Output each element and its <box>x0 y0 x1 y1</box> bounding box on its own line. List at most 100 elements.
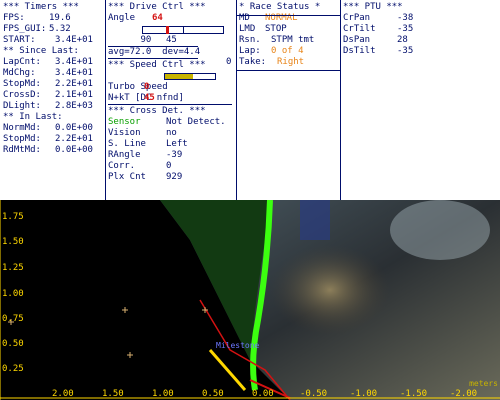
crpan-row: CrPan -38 <box>343 13 493 24</box>
vision-value: no <box>166 128 177 138</box>
fps-gui-label: FPS_GUI: <box>3 24 47 34</box>
vision-label: Vision <box>108 128 141 138</box>
in-last-header: ** In Last: <box>3 112 63 122</box>
dstilt-row: DsTilt -35 <box>343 46 493 57</box>
x-tick-label: 0.50 <box>202 389 224 399</box>
speed-bar-fill <box>165 74 193 79</box>
y-tick-label: 1.00 <box>2 289 24 299</box>
x-tick-label: -0.50 <box>300 389 328 399</box>
sline-label: S. Line <box>108 139 146 149</box>
corr-value: 0 <box>166 161 172 171</box>
sensor-value: Not Detect. <box>166 117 226 127</box>
rsn-label: Rsn. <box>239 35 261 45</box>
y-tick-label: 0.25 <box>2 364 24 374</box>
sline-value: Left <box>166 139 188 149</box>
fps-value: 19.6 <box>49 13 71 23</box>
rdmtmd-row: RdMtMd: 0.0E+00 <box>3 145 105 156</box>
angle-slider[interactable] <box>142 26 224 34</box>
timers-section: *** Timers *** FPS: 19.6 FPS_GUI: 5.32 STA… <box>3 2 105 156</box>
camera-blob <box>270 245 390 335</box>
rsn-row: Rsn. STPM tmt <box>239 35 341 46</box>
telemetry-panel: *** Timers *** FPS: 19.6 FPS_GUI: 5.32 STA… <box>0 0 500 200</box>
turbo-row: Turbo 0 <box>108 82 235 93</box>
dlight-row: DLight: 2.8E+03 <box>3 101 105 112</box>
row-value: 0.0E+00 <box>55 123 93 133</box>
sensor-label: Sensor <box>108 117 141 127</box>
vision-row: Vision no <box>108 128 235 139</box>
race-section: * Race Status * MD NORMAL LMD STOP Rsn. STP… <box>239 2 341 68</box>
row-value: -35 <box>397 46 414 56</box>
camera-blue-object <box>300 200 330 240</box>
normmd-row: NormMd: 0.0E+00 <box>3 123 105 134</box>
stopmd2-row: StopMd: 2.2E+01 <box>3 134 105 145</box>
stopmd-row: StopMd: 2.2E+01 <box>3 79 105 90</box>
y-tick-label: 1.50 <box>2 237 24 247</box>
angle-slider-thumb[interactable] <box>166 26 170 34</box>
ptu-section: *** PTU *** CrPan -38 CrTilt -35 DsPan 28 D… <box>343 2 493 57</box>
slider-max-label: 0 <box>226 57 232 67</box>
lmd-value: STOP <box>265 24 287 34</box>
row-label: NormMd: <box>3 123 41 133</box>
y-tick-label: 1.25 <box>2 263 24 273</box>
row-value: 2.2E+01 <box>55 79 93 89</box>
row-label: RdMtMd: <box>3 145 41 155</box>
milestone-tag: Milestone <box>216 341 260 350</box>
row-value: -35 <box>397 24 414 34</box>
angle-value: 64 <box>152 13 163 23</box>
lap-value: 0 of 4 <box>271 46 304 56</box>
column-divider <box>236 0 237 200</box>
drive-header: *** Drive Ctrl *** <box>108 2 206 12</box>
slider-center-mark <box>183 27 184 33</box>
fps-label: FPS: <box>3 13 25 23</box>
x-tick-label: -2.00 <box>450 389 478 399</box>
start-value: 3.4E+01 <box>55 35 93 45</box>
x-tick-label: 1.50 <box>102 389 124 399</box>
x-tick-label: 1.00 <box>152 389 174 399</box>
rangle-row: RAngle -39 <box>108 150 235 161</box>
speed-bar <box>164 73 216 80</box>
row-value: 2.2E+01 <box>55 134 93 144</box>
plx-label: Plx Cnt <box>108 172 146 182</box>
take-value: Right <box>277 57 305 67</box>
row-value: 2.1E+01 <box>55 90 93 100</box>
row-value: 0.0E+00 <box>55 145 93 155</box>
plx-row: Plx Cnt 929 <box>108 172 235 183</box>
row-value: -38 <box>397 13 414 23</box>
angle-slider-row: 90 0 <box>108 24 235 67</box>
lap-label: Lap: <box>239 46 261 56</box>
row-value: 2.8E+03 <box>55 101 93 111</box>
rangle-label: RAngle <box>108 150 141 160</box>
row-label: MdChg: <box>3 68 36 78</box>
row-label: CrTilt <box>343 24 376 34</box>
angle-label: Angle <box>108 13 136 23</box>
x-tick-label: 2.00 <box>52 389 74 399</box>
row-label: DLight: <box>3 101 41 111</box>
row-value: 3.4E+01 <box>55 57 93 67</box>
start-row: START: 3.4E+01 <box>3 35 105 46</box>
x-tick-label: -1.00 <box>350 389 378 399</box>
rangle-value: -39 <box>166 150 183 160</box>
lmd-label: LMD <box>239 24 256 34</box>
ptu-header: *** PTU *** <box>343 2 403 12</box>
fps-gui-value: 5.32 <box>49 24 71 34</box>
start-label: START: <box>3 35 36 45</box>
row-value: 3.4E+01 <box>55 68 93 78</box>
rsn-value: STPM tmt <box>271 35 315 45</box>
angle-row: Angle 64 <box>108 13 235 24</box>
race-header-underline <box>236 15 340 16</box>
meters-label: meters <box>469 379 498 388</box>
y-tick-label: 1.75 <box>2 212 24 222</box>
row-value: 28 <box>397 35 408 45</box>
plx-value: 929 <box>166 172 183 182</box>
y-tick-label: 0.50 <box>2 339 24 349</box>
turbo-value: 0 <box>144 82 150 92</box>
slider-center-row: 45 <box>108 35 235 46</box>
lapcnt-row: LapCnt: 3.4E+01 <box>3 57 105 68</box>
fps-row: FPS: 19.6 <box>3 13 105 24</box>
speed-row: Speed 45 <box>108 71 235 103</box>
x-tick-label: -1.50 <box>400 389 428 399</box>
camera-scene <box>0 200 500 400</box>
since-last-header: ** Since Last: <box>3 46 79 56</box>
row-label: CrossD: <box>3 90 41 100</box>
fps-gui-row: FPS_GUI: 5.32 <box>3 24 105 35</box>
